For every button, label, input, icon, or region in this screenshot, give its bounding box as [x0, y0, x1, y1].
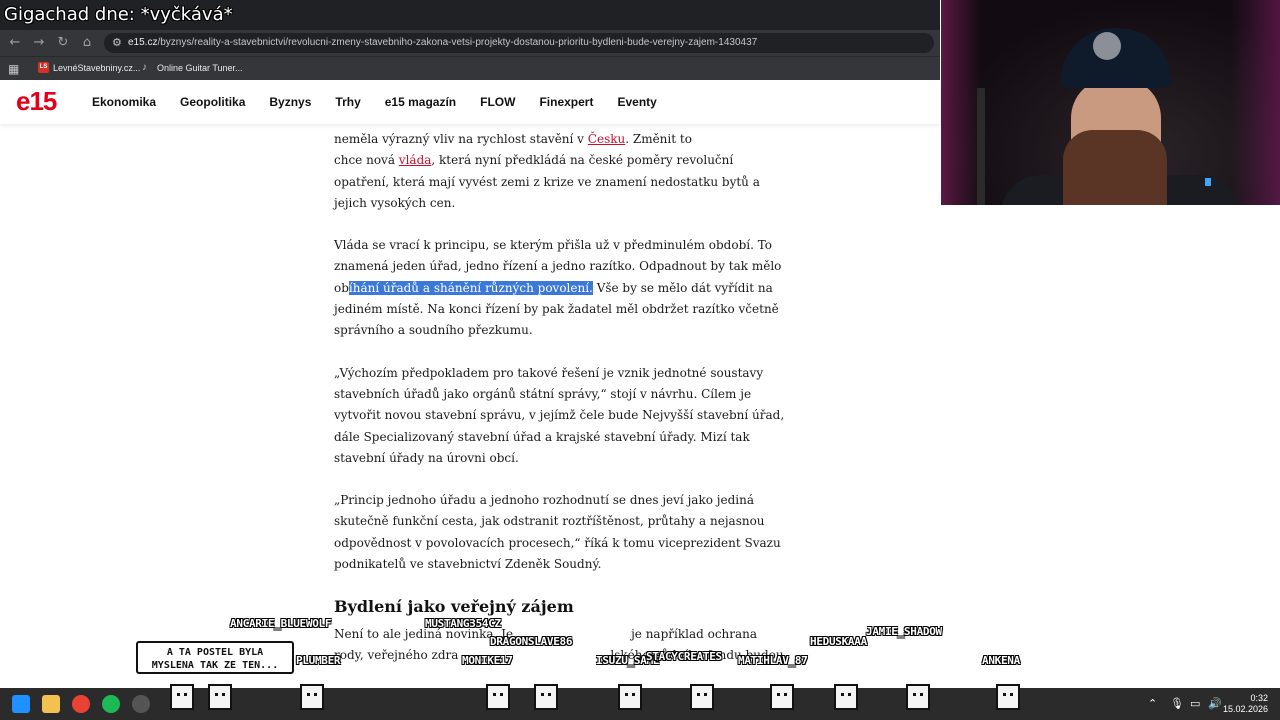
chat-name: MUSTANG354CZ	[425, 617, 501, 630]
chat-avatar	[170, 684, 194, 710]
site-info-icon[interactable]: ⚙	[112, 36, 122, 49]
chat-bubble: A TA POSTEL BYLA MYSLENA TAK ZE TEN...	[136, 641, 294, 674]
nav-byznys[interactable]: Byznys	[269, 95, 311, 109]
nav-trhy[interactable]: Trhy	[335, 95, 360, 109]
chat-name: ANCARIE_BLUEWOLF	[230, 617, 332, 630]
link-vlada[interactable]: vláda	[399, 153, 432, 167]
nav-flow[interactable]: FLOW	[480, 95, 515, 109]
address-bar[interactable]: ⚙ e15.cz/byznys/reality-a-stavebnictvi/r…	[104, 33, 934, 53]
chat-name: HEDUSKAAA	[810, 635, 867, 648]
chat-avatar	[208, 684, 232, 710]
network-icon[interactable]: ▭	[1190, 697, 1200, 710]
reload-icon[interactable]: ↻	[54, 34, 72, 52]
back-icon[interactable]: ←	[6, 34, 24, 52]
start-icon[interactable]	[12, 695, 30, 713]
browser-toolbar: ← → ↻ ⌂ ⚙ e15.cz/byznys/reality-a-staveb…	[0, 30, 940, 56]
cap-badge-icon	[1093, 32, 1121, 60]
nav-eventy[interactable]: Eventy	[617, 95, 656, 109]
home-icon[interactable]: ⌂	[78, 34, 96, 52]
chrome-icon[interactable]	[72, 695, 90, 713]
article-paragraph: „Princip jednoho úřadu a jednoho rozhodn…	[334, 493, 781, 572]
nav-ekonomika[interactable]: Ekonomika	[92, 95, 156, 109]
article-paragraph: „Výchozím předpokladem pro takové řešení…	[334, 365, 785, 465]
section-heading: Bydlení jako veřejný zájem	[334, 597, 574, 617]
chat-name: MATIHLAV_87	[738, 654, 808, 667]
e15-logo[interactable]: e15	[16, 86, 57, 117]
microphone-icon[interactable]: 🎙	[1170, 697, 1184, 710]
chat-avatar	[690, 684, 714, 710]
forward-icon[interactable]: →	[30, 34, 48, 52]
apps-grid-icon[interactable]: ▦	[8, 62, 19, 76]
main-nav: Ekonomika Geopolitika Byznys Trhy e15 ma…	[92, 95, 681, 109]
chat-avatar	[770, 684, 794, 710]
article-paragraph: Vláda se vrací k principu, se kterým při…	[334, 238, 782, 338]
chat-avatar	[906, 684, 930, 710]
volume-icon[interactable]: 🔊	[1208, 697, 1222, 710]
article-body: neměla výrazný vliv na rychlost stavění …	[334, 124, 785, 687]
article-paragraph: neměla výrazný vliv na rychlost stavění …	[334, 132, 760, 210]
chat-name: MONIKE17	[462, 654, 513, 667]
nav-e15-magazin[interactable]: e15 magazín	[385, 95, 456, 109]
chat-name: PLUMBER	[296, 654, 341, 667]
site-header: e15 Ekonomika Geopolitika Byznys Trhy e1…	[0, 80, 940, 124]
guitar-favicon-icon: ♪	[142, 62, 147, 73]
chat-avatar	[486, 684, 510, 710]
chat-name: ANKENA	[982, 654, 1020, 667]
spotify-icon[interactable]	[102, 695, 120, 713]
ls-favicon-icon: LS	[38, 62, 49, 73]
tray-chevron-icon[interactable]: ⌃	[1148, 697, 1157, 710]
link-cesku[interactable]: Česku	[588, 132, 625, 146]
obs-icon[interactable]	[132, 695, 150, 713]
chat-avatar	[300, 684, 324, 710]
text-selection[interactable]: íhání úřadů a shánění různých povolení.	[348, 280, 593, 295]
bookmarks-bar: ▦ LS LevnéStavebniny.cz... ♪ Online Guit…	[0, 56, 940, 80]
chat-bubble-line: MYSLENA TAK ZE TEN...	[151, 660, 279, 671]
chat-bubble-line: A TA POSTEL BYLA	[166, 647, 264, 658]
chat-avatar	[996, 684, 1020, 710]
bookmark-levnestavebniny[interactable]: LS LevnéStavebniny.cz...	[38, 62, 140, 73]
nav-finexpert[interactable]: Finexpert	[539, 95, 593, 109]
chat-avatar	[618, 684, 642, 710]
chat-name: STACYCREATES	[646, 650, 722, 663]
chat-avatar	[534, 684, 558, 710]
file-explorer-icon[interactable]	[42, 695, 60, 713]
guitar-shape	[977, 88, 985, 205]
url-text: e15.cz/byznys/reality-a-stavebnictvi/rev…	[128, 37, 758, 48]
chat-name: JAMIE_SHADOW	[866, 625, 942, 638]
nav-geopolitika[interactable]: Geopolitika	[180, 95, 245, 109]
bookmark-guitar-tuner[interactable]: ♪ Online Guitar Tuner...	[142, 62, 243, 73]
taskbar-clock[interactable]: 0:32 15.02.2026	[1223, 693, 1268, 715]
stream-title: Gigachad dne: *vyčkává*	[4, 4, 233, 25]
chat-name: DRAGONSLAVE86	[490, 635, 573, 648]
webcam-overlay	[941, 0, 1280, 205]
chat-avatar	[834, 684, 858, 710]
